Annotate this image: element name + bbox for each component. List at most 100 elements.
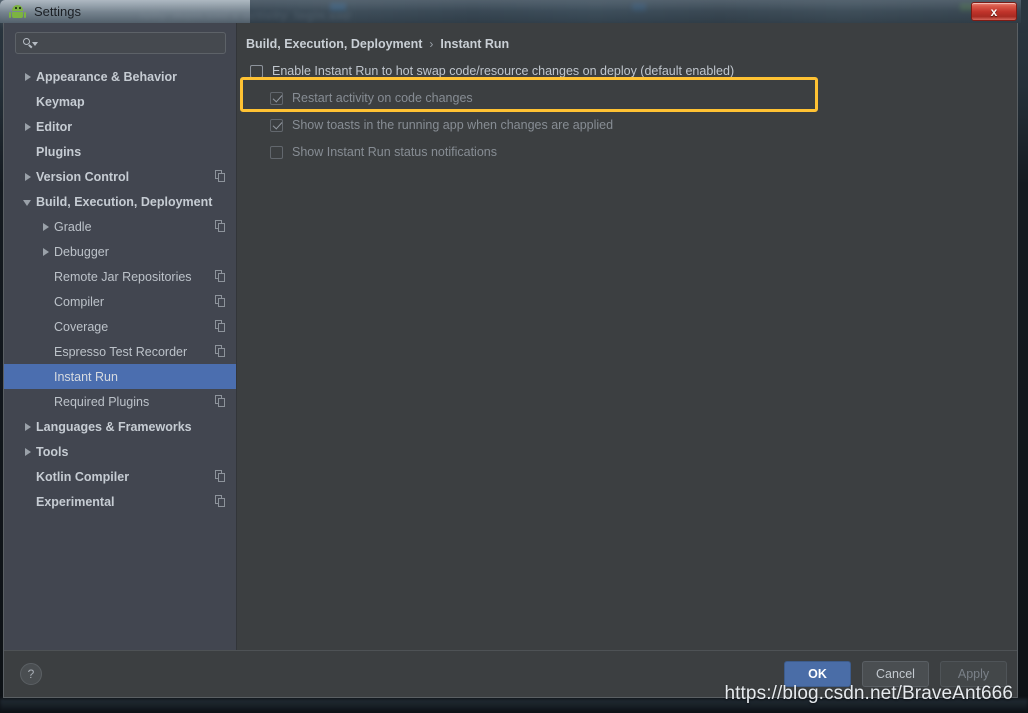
sidebar-item-espresso-test-recorder[interactable]: Espresso Test Recorder <box>4 339 236 364</box>
sidebar-item-label: Instant Run <box>54 369 118 384</box>
option-label: Show toasts in the running app when chan… <box>292 118 614 132</box>
settings-tree: Appearance & Behavior Keymap Editor Plugins… <box>4 60 236 650</box>
chevron-right-icon[interactable] <box>20 69 36 85</box>
android-icon <box>9 5 26 18</box>
sidebar-item-appearance-behavior[interactable]: Appearance & Behavior <box>4 64 236 89</box>
copy-settings-icon[interactable] <box>215 320 226 332</box>
sidebar-item-instant-run[interactable]: Instant Run <box>4 364 236 389</box>
option-row: Restart activity on code changes <box>270 87 1017 109</box>
sidebar-item-label: Kotlin Compiler <box>36 469 130 484</box>
sidebar-item-label: Espresso Test Recorder <box>54 344 188 359</box>
checkbox-icon <box>270 91 283 105</box>
sidebar-item-keymap[interactable]: Keymap <box>4 89 236 114</box>
dialog-body: Appearance & Behavior Keymap Editor Plugins… <box>4 23 1017 650</box>
option-row: Show Instant Run status notifications <box>270 141 1017 163</box>
sidebar-item-label: Languages & Frameworks <box>36 419 192 434</box>
option-row[interactable]: Enable Instant Run to hot swap code/reso… <box>250 60 1017 82</box>
ok-button[interactable]: OK <box>784 661 851 687</box>
copy-settings-icon[interactable] <box>215 470 226 482</box>
blurred-status-bar <box>0 699 1028 713</box>
sidebar-item-label: Coverage <box>54 319 109 334</box>
dialog-footer: ? OK Cancel Apply https://blog.csdn.net/… <box>4 650 1017 704</box>
sidebar-item-compiler[interactable]: Compiler <box>4 289 236 314</box>
cancel-button-label: Cancel <box>876 667 915 681</box>
sidebar-item-experimental[interactable]: Experimental <box>4 489 236 514</box>
copy-settings-icon[interactable] <box>215 495 226 507</box>
sidebar-item-label: Gradle <box>54 219 92 234</box>
settings-dialog: Appearance & Behavior Keymap Editor Plugins… <box>3 23 1018 704</box>
sidebar-item-label: Version Control <box>36 169 130 184</box>
sidebar-item-tools[interactable]: Tools <box>4 439 236 464</box>
title-bar: Settings x <box>0 0 1021 23</box>
sidebar-item-debugger[interactable]: Debugger <box>4 239 236 264</box>
breadcrumb-current: Instant Run <box>440 37 510 51</box>
sidebar-item-languages-frameworks[interactable]: Languages & Frameworks <box>4 414 236 439</box>
sidebar-item-build-execution-deployment[interactable]: Build, Execution, Deployment <box>4 189 236 214</box>
sidebar-item-kotlin-compiler[interactable]: Kotlin Compiler <box>4 464 236 489</box>
option-label: Show Instant Run status notifications <box>292 145 497 159</box>
option-label: Enable Instant Run to hot swap code/reso… <box>272 64 735 78</box>
chevron-right-icon[interactable] <box>38 244 54 260</box>
settings-window: Settings x Appearance & Behavior Keymap … <box>0 0 1021 704</box>
title-bar-left: Settings <box>0 0 250 23</box>
checkbox-icon <box>270 145 283 159</box>
sidebar-item-label: Keymap <box>36 94 85 109</box>
sidebar-item-label: Build, Execution, Deployment <box>36 194 213 209</box>
sidebar-item-label: Remote Jar Repositories <box>54 269 192 284</box>
sidebar-item-label: Appearance & Behavior <box>36 69 178 84</box>
sidebar-item-gradle[interactable]: Gradle <box>4 214 236 239</box>
sidebar-item-plugins[interactable]: Plugins <box>4 139 236 164</box>
sidebar-item-coverage[interactable]: Coverage <box>4 314 236 339</box>
copy-settings-icon[interactable] <box>215 345 226 357</box>
search-icon <box>23 37 38 49</box>
sidebar-item-remote-jar-repositories[interactable]: Remote Jar Repositories <box>4 264 236 289</box>
sidebar-item-label: Editor <box>36 119 73 134</box>
sidebar-item-required-plugins[interactable]: Required Plugins <box>4 389 236 414</box>
window-title: Settings <box>34 4 81 19</box>
option-label: Restart activity on code changes <box>292 91 473 105</box>
search-box[interactable] <box>15 32 226 54</box>
settings-content-panel: Build, Execution, Deployment › Instant R… <box>237 23 1017 650</box>
chevron-right-icon[interactable] <box>20 419 36 435</box>
chevron-down-icon[interactable] <box>20 194 36 210</box>
checkbox-icon[interactable] <box>250 64 263 78</box>
chevron-right-icon[interactable] <box>20 444 36 460</box>
chevron-right-icon[interactable] <box>20 119 36 135</box>
chevron-right-icon[interactable] <box>20 169 36 185</box>
sidebar-item-label: Experimental <box>36 494 115 509</box>
search-container <box>4 23 236 60</box>
copy-settings-icon[interactable] <box>215 220 226 232</box>
instant-run-options: Enable Instant Run to hot swap code/reso… <box>237 51 1017 163</box>
sidebar-item-version-control[interactable]: Version Control <box>4 164 236 189</box>
sidebar-item-editor[interactable]: Editor <box>4 114 236 139</box>
breadcrumb-parent[interactable]: Build, Execution, Deployment <box>246 37 422 51</box>
search-input[interactable] <box>38 36 225 50</box>
close-icon: x <box>990 4 998 19</box>
breadcrumb: Build, Execution, Deployment › Instant R… <box>237 23 1017 51</box>
settings-sidebar: Appearance & Behavior Keymap Editor Plugins… <box>4 23 237 650</box>
apply-button-label: Apply <box>957 667 990 681</box>
sidebar-item-label: Tools <box>36 444 69 459</box>
copy-settings-icon[interactable] <box>215 270 226 282</box>
chevron-right-icon[interactable] <box>38 219 54 235</box>
sidebar-item-label: Compiler <box>54 294 105 309</box>
help-icon: ? <box>27 667 35 681</box>
cancel-button[interactable]: Cancel <box>862 661 929 687</box>
close-button[interactable]: x <box>971 2 1017 21</box>
checkbox-icon <box>270 118 283 132</box>
copy-settings-icon[interactable] <box>215 295 226 307</box>
sidebar-item-label: Plugins <box>36 144 82 159</box>
apply-button: Apply <box>940 661 1007 687</box>
copy-settings-icon[interactable] <box>215 170 226 182</box>
help-button[interactable]: ? <box>20 663 42 685</box>
copy-settings-icon[interactable] <box>215 395 226 407</box>
